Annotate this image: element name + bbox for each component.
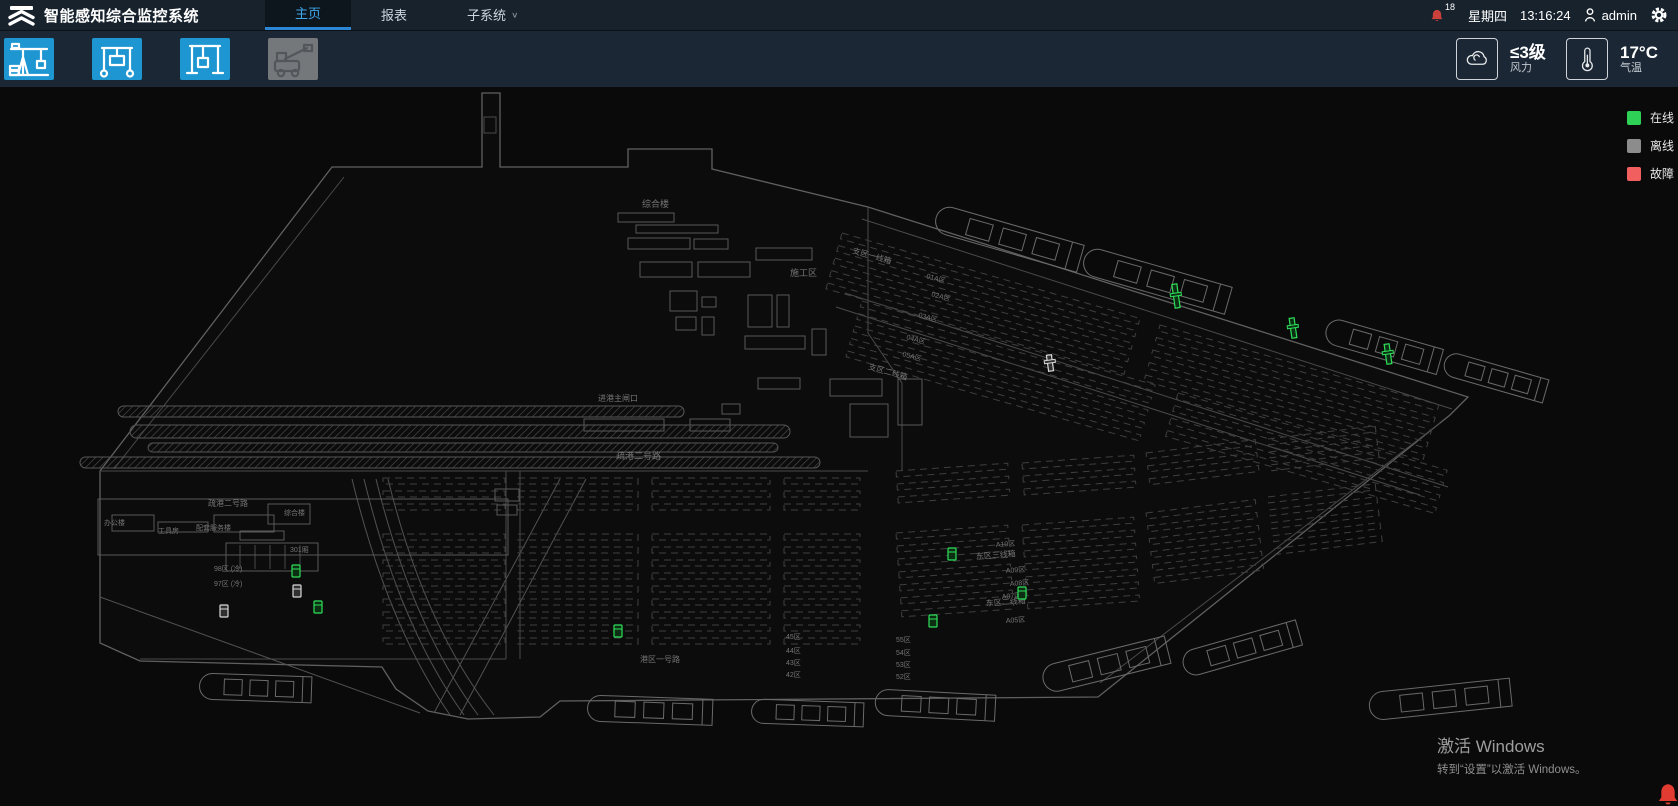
ship-outline bbox=[1180, 620, 1303, 678]
map-label: 工具房 bbox=[158, 526, 179, 535]
map-label: A10区 bbox=[996, 540, 1016, 549]
rmg-crane-filter-button[interactable] bbox=[180, 38, 230, 80]
temp-readout: 17°C 气温 bbox=[1620, 43, 1664, 75]
username: admin bbox=[1602, 8, 1637, 23]
legend-item: 故障 bbox=[1627, 165, 1674, 182]
wind-value: ≤3级 bbox=[1510, 43, 1554, 62]
tab-reports[interactable]: 报表 bbox=[351, 0, 437, 30]
tab-label: 子系统 bbox=[467, 1, 506, 30]
map-label: 54区 bbox=[896, 649, 911, 657]
legend-swatch bbox=[1627, 167, 1641, 181]
truck-marker-offline[interactable] bbox=[220, 605, 228, 617]
equipment-filter-group bbox=[4, 38, 356, 80]
topbar-right: 18 星期四 13:16:24 admin bbox=[1429, 6, 1678, 25]
quay-crane-icon bbox=[7, 39, 51, 79]
user-menu[interactable]: admin bbox=[1584, 8, 1637, 23]
bell-icon bbox=[1429, 7, 1445, 24]
truck-marker-offline[interactable] bbox=[293, 585, 301, 597]
truck-marker-online[interactable] bbox=[929, 615, 937, 627]
ship-outline bbox=[1368, 678, 1512, 721]
map-label: 42区 bbox=[786, 671, 801, 679]
tab-label: 主页 bbox=[295, 1, 321, 27]
thermometer-icon bbox=[1572, 44, 1602, 74]
reach-stacker-icon bbox=[271, 39, 315, 79]
legend-swatch bbox=[1627, 111, 1641, 125]
map-label: 53区 bbox=[896, 661, 911, 669]
tab-subsystems[interactable]: 子系统∨ bbox=[437, 0, 548, 30]
map-label: 55区 bbox=[896, 636, 911, 644]
map-label: 综合楼 bbox=[284, 508, 305, 517]
map-label: 配套服务楼 bbox=[196, 523, 231, 532]
truck-marker-online[interactable] bbox=[1018, 587, 1026, 599]
truck-marker-online[interactable] bbox=[314, 601, 322, 613]
legend-swatch bbox=[1627, 139, 1641, 153]
user-icon bbox=[1584, 8, 1596, 22]
chevron-down-icon: ∨ bbox=[511, 3, 518, 26]
weekday-label: 星期四 bbox=[1468, 6, 1507, 25]
map-label: A09区 bbox=[1006, 566, 1026, 575]
map-label: 进港主闸口 bbox=[598, 393, 638, 403]
nav-tabs: 主页 报表 子系统∨ bbox=[265, 0, 548, 30]
truck-marker-online[interactable] bbox=[948, 548, 956, 560]
map-label: 98区 (冷) bbox=[214, 564, 242, 573]
map-label: 97区 (冷) bbox=[214, 579, 242, 588]
rtg-crane-icon bbox=[95, 39, 139, 79]
temp-value: 17°C bbox=[1620, 43, 1664, 62]
legend-label: 故障 bbox=[1650, 165, 1674, 182]
temp-icon-box bbox=[1566, 38, 1608, 80]
port-map-svg: 综合楼施工区进港主闸口疏港二号路疏港二号路办公楼工具房配套服务楼综合楼301厢9… bbox=[0, 87, 1678, 806]
watermark-line2: 转到“设置”以激活 Windows。 bbox=[1437, 761, 1587, 777]
legend-label: 离线 bbox=[1650, 137, 1674, 154]
settings-button[interactable] bbox=[1650, 6, 1668, 24]
port-map-canvas[interactable]: 综合楼施工区进港主闸口疏港二号路疏港二号路办公楼工具房配套服务楼综合楼301厢9… bbox=[0, 87, 1678, 806]
map-label: 43区 bbox=[786, 659, 801, 667]
corner-alarm-icon[interactable] bbox=[1656, 782, 1678, 806]
top-nav-bar: 智能感知综合监控系统 主页 报表 子系统∨ 18 星期四 13:16:24 admi… bbox=[0, 0, 1678, 30]
map-label: 疏港二号路 bbox=[208, 498, 248, 508]
app-title: 智能感知综合监控系统 bbox=[44, 5, 199, 26]
ship-outline bbox=[751, 699, 864, 727]
legend-label: 在线 bbox=[1650, 109, 1674, 126]
alarm-count-badge: 18 bbox=[1445, 2, 1455, 12]
status-legend: 在线离线故障 bbox=[1627, 109, 1674, 182]
legend-item: 离线 bbox=[1627, 137, 1674, 154]
map-label: 52区 bbox=[896, 673, 911, 681]
temp-caption: 气温 bbox=[1620, 62, 1664, 75]
gear-icon bbox=[1650, 6, 1668, 24]
tab-label: 报表 bbox=[381, 1, 407, 30]
quay-crane-filter-button[interactable] bbox=[4, 38, 54, 80]
map-label: 办公楼 bbox=[104, 518, 125, 527]
wind-icon-box bbox=[1456, 38, 1498, 80]
truck-marker-online[interactable] bbox=[292, 565, 300, 577]
wind-readout: ≤3级 风力 bbox=[1510, 43, 1554, 75]
map-label: 301厢 bbox=[290, 546, 309, 554]
crane-marker-online[interactable] bbox=[1286, 317, 1300, 338]
reach-stacker-filter-button[interactable] bbox=[268, 38, 318, 80]
map-label: 疏港二号路 bbox=[616, 450, 661, 461]
rmg-crane-icon bbox=[183, 39, 227, 79]
map-label: 45区 bbox=[786, 633, 801, 641]
map-label: 施工区 bbox=[790, 267, 817, 278]
brand: 智能感知综合监控系统 bbox=[0, 4, 199, 27]
map-label: 44区 bbox=[786, 647, 801, 655]
map-label: 港区一号路 bbox=[640, 654, 680, 664]
truck-marker-online[interactable] bbox=[614, 625, 622, 637]
weather-widget: ≤3级 风力 17°C 气温 bbox=[1456, 38, 1678, 80]
windows-activation-watermark: 激活 Windows 转到“设置”以激活 Windows。 bbox=[1437, 737, 1587, 777]
ship-outline bbox=[199, 673, 312, 703]
watermark-line1: 激活 Windows bbox=[1437, 737, 1587, 757]
cloud-wind-icon bbox=[1462, 44, 1492, 74]
wind-caption: 风力 bbox=[1510, 62, 1554, 75]
app-root: 智能感知综合监控系统 主页 报表 子系统∨ 18 星期四 13:16:24 admi… bbox=[0, 0, 1678, 806]
map-label: A05区 bbox=[1006, 616, 1026, 625]
legend-item: 在线 bbox=[1627, 109, 1674, 126]
brand-logo-icon bbox=[8, 4, 35, 27]
rtg-crane-filter-button[interactable] bbox=[92, 38, 142, 80]
map-label: 综合楼 bbox=[642, 198, 669, 209]
clock: 13:16:24 bbox=[1520, 8, 1571, 23]
equipment-toolbar: ≤3级 风力 17°C 气温 bbox=[0, 30, 1678, 87]
tab-home[interactable]: 主页 bbox=[265, 0, 351, 30]
crane-marker-online[interactable] bbox=[1381, 343, 1395, 364]
alarm-bell-button[interactable]: 18 bbox=[1429, 7, 1455, 24]
